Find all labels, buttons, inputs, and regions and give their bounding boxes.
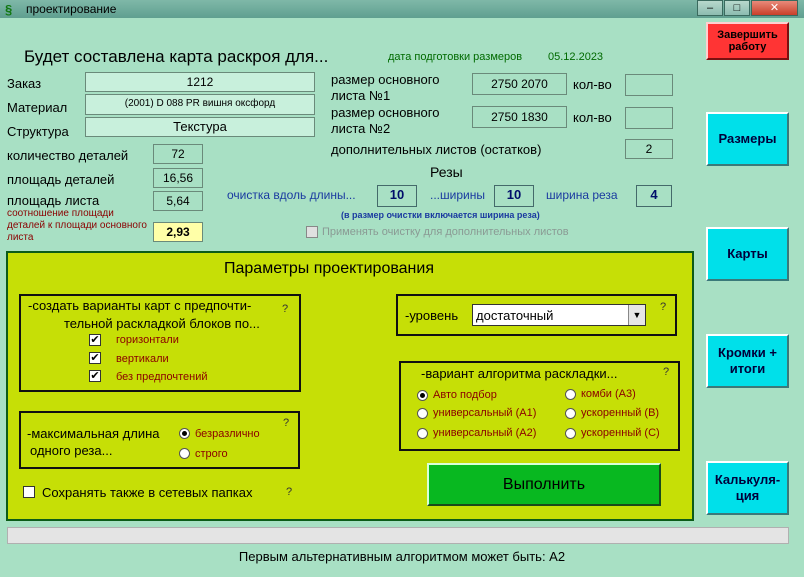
level-label: -уровень [405,308,459,323]
chevron-down-icon[interactable]: ▼ [628,305,645,325]
pref-help-icon[interactable]: ? [282,303,288,315]
apply-trim-checkbox[interactable] [306,226,318,238]
sheet2-label: размер основного листа №2 [331,105,440,136]
window-title: проектирование [26,2,117,16]
algo-a3-label: комби (A3) [581,388,636,400]
algo-title: -вариант алгоритма раскладки... [421,366,618,381]
structure-label: Структура [7,124,69,139]
algo-a2-radio[interactable] [417,428,428,439]
maximize-button[interactable]: □ [724,0,750,16]
pref-vertical-label: вертикали [116,353,169,365]
save-network-help-icon[interactable]: ? [286,486,292,498]
progress-bar [7,527,789,544]
cuts-title: Резы [430,164,463,180]
pref-horizontal-checkbox[interactable]: ✔ [89,334,101,346]
algo-c-label: ускоренный (C) [581,427,660,439]
parts-count-label: количество деталей [7,148,129,163]
sheet1-label: размер основного листа №1 [331,72,440,103]
pref-vertical-checkbox[interactable]: ✔ [89,352,101,364]
extra-sheets-value[interactable]: 2 [625,139,673,159]
trim-length-input[interactable]: 10 [377,185,417,207]
maxlen-title-line2: одного реза... [30,443,113,458]
sheet-area-value: 5,64 [153,191,203,211]
algo-a2-label: универсальный (A2) [433,427,537,439]
qty2-input[interactable] [625,107,673,129]
minimize-button[interactable]: – [697,0,723,16]
pref-title-line2: тельной раскладкой блоков по... [64,316,260,331]
parts-count-value: 72 [153,144,203,164]
app-icon: § [5,2,13,17]
parts-area-value: 16,56 [153,168,203,188]
structure-value: Текстура [85,117,315,137]
kerf-input[interactable]: 4 [636,185,672,207]
level-select[interactable]: достаточный ▼ [472,304,646,326]
qty1-input[interactable] [625,74,673,96]
algo-a3-radio[interactable] [565,389,576,400]
sheet2-size[interactable]: 2750 1830 [472,106,567,128]
calculation-button[interactable]: Калькуля-ция [706,461,789,515]
algo-help-icon[interactable]: ? [663,366,669,378]
pref-none-checkbox[interactable]: ✔ [89,370,101,382]
algo-auto-radio[interactable] [417,390,428,401]
algo-c-radio[interactable] [565,428,576,439]
trim-width-input[interactable]: 10 [494,185,534,207]
finish-button[interactable]: Завершить работу [706,22,789,60]
pref-none-label: без предпочтений [116,371,208,383]
algo-a1-label: универсальный (A1) [433,407,537,419]
maxlen-strict-radio[interactable] [179,448,190,459]
algo-b-label: ускоренный (B) [581,407,660,419]
algo-b-radio[interactable] [565,408,576,419]
title-bar: § проектирование – □ ✕ [0,0,804,18]
algo-a1-radio[interactable] [417,408,428,419]
material-label: Материал [7,100,68,115]
pref-horizontal-label: горизонтали [116,334,179,346]
trim-width-label: ...ширины [430,188,485,202]
run-button[interactable]: Выполнить [427,463,661,506]
parts-area-label: площадь деталей [7,172,115,187]
status-text: Первым альтернативным алгоритмом может б… [238,549,566,564]
material-value: (2001) D 088 PR вишня оксфорд [85,94,315,115]
cards-button[interactable]: Карты [706,227,789,281]
trim-length-label: очистка вдоль длины... [227,188,356,202]
qty1-label: кол-во [573,77,612,92]
qty2-label: кол-во [573,110,612,125]
date-value: 05.12.2023 [548,51,604,63]
maxlen-strict-label: строго [195,448,228,460]
extra-sheets-label: дополнительных листов (остатков) [331,142,542,157]
save-network-checkbox[interactable] [23,486,35,498]
apply-trim-label: Применять очистку для дополнительных лис… [322,226,569,238]
level-value: достаточный [476,308,554,323]
sheet1-size[interactable]: 2750 2070 [472,73,567,95]
close-button[interactable]: ✕ [751,0,798,16]
ratio-value: 2,93 [153,222,203,242]
save-network-label: Сохранять также в сетевых папках [42,485,253,500]
level-help-icon[interactable]: ? [660,301,666,313]
params-title: Параметры проектирования [224,260,434,277]
maxlen-help-icon[interactable]: ? [283,417,289,429]
maxlen-title-line1: -максимальная длина [27,426,160,441]
sizes-button[interactable]: Размеры [706,112,789,166]
date-label: дата подготовки размеров [388,51,523,63]
ratio-label: соотношение площади деталей к площади ос… [7,208,147,243]
order-label: Заказ [7,76,42,91]
kerf-label: ширина реза [546,188,618,202]
pref-title-line1: -создать варианты карт с предпочти- [28,298,252,313]
maxlen-any-label: безразлично [195,428,260,440]
page-heading: Будет составлена карта раскроя для... [24,47,329,66]
edges-totals-button[interactable]: Кромки + итоги [706,334,789,388]
sheet-area-label: площадь листа [7,193,100,208]
order-value: 1212 [85,72,315,92]
algo-auto-label: Авто подбор [433,389,497,401]
trim-note: (в размер очистки включается ширина реза… [341,210,540,220]
maxlen-any-radio[interactable] [179,428,190,439]
